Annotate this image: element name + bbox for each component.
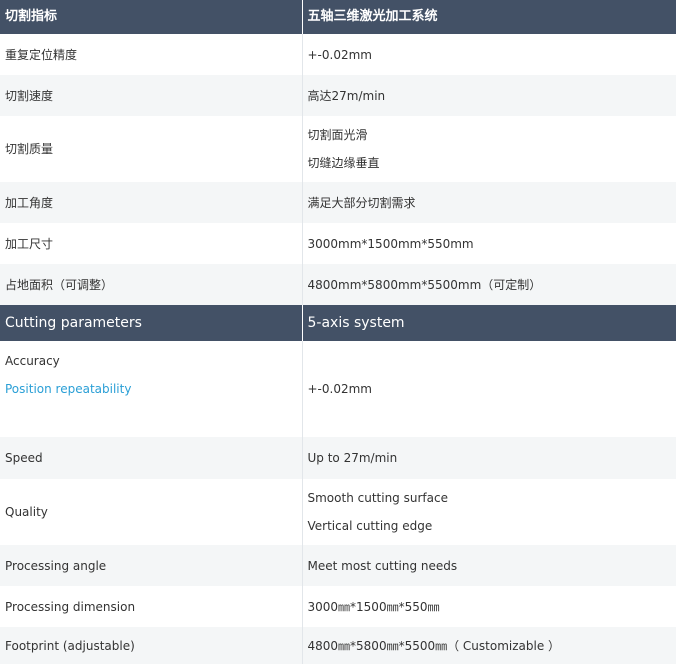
row-value: 3000㎜*1500㎜*550㎜ xyxy=(301,586,676,627)
table-row: Footprint (adjustable) 4800㎜*5800㎜*5500㎜… xyxy=(0,627,676,664)
row-label: Quality xyxy=(0,479,302,545)
row-value: Smooth cutting surface Vertical cutting … xyxy=(301,479,676,545)
row-label: Footprint (adjustable) xyxy=(0,627,302,664)
row-label: Accuracy Position repeatability xyxy=(0,341,302,437)
row-value-line: Vertical cutting edge xyxy=(307,519,433,533)
table-row: Processing dimension 3000㎜*1500㎜*550㎜ xyxy=(0,586,676,627)
row-label: Speed xyxy=(0,437,302,479)
row-value: 高达27m/min xyxy=(301,75,676,116)
row-label: 加工角度 xyxy=(0,182,302,223)
row-value-line: Smooth cutting surface xyxy=(307,491,448,505)
zh-header-param: 切割指标 xyxy=(0,0,302,34)
en-header-param: Cutting parameters xyxy=(0,305,302,341)
zh-header-system: 五轴三维激光加工系统 xyxy=(301,0,676,34)
row-value-line: 切缝边缘垂直 xyxy=(307,156,380,170)
row-label-line: Accuracy xyxy=(5,354,60,368)
row-value: 切割面光滑 切缝边缘垂直 xyxy=(301,116,676,182)
en-table-header: Cutting parameters 5-axis system xyxy=(0,305,676,341)
row-value: Up to 27m/min xyxy=(301,437,676,479)
spec-page: 切割指标 五轴三维激光加工系统 重复定位精度 +-0.02mm 切割速度 高达2… xyxy=(0,0,676,664)
row-value: 4800㎜*5800㎜*5500㎜（ Customizable ） xyxy=(301,627,676,664)
table-row: Speed Up to 27m/min xyxy=(0,437,676,479)
row-value: 4800mm*5800mm*5500mm（可定制） xyxy=(301,264,676,305)
table-row: 占地面积（可调整） 4800mm*5800mm*5500mm（可定制） xyxy=(0,264,676,305)
en-header-system: 5-axis system xyxy=(301,305,676,341)
row-label: Processing angle xyxy=(0,545,302,586)
table-row: 重复定位精度 +-0.02mm xyxy=(0,34,676,75)
row-value: +-0.02mm xyxy=(301,34,676,75)
position-repeatability-link[interactable]: Position repeatability xyxy=(5,375,302,403)
row-label: Processing dimension xyxy=(0,586,302,627)
row-label: 占地面积（可调整） xyxy=(0,264,302,305)
spec-table: 切割指标 五轴三维激光加工系统 重复定位精度 +-0.02mm 切割速度 高达2… xyxy=(0,0,676,664)
table-row: 加工角度 满足大部分切割需求 xyxy=(0,182,676,223)
table-row: Accuracy Position repeatability +-0.02mm xyxy=(0,341,676,437)
table-row: 加工尺寸 3000mm*1500mm*550mm xyxy=(0,223,676,264)
row-label: 重复定位精度 xyxy=(0,34,302,75)
table-row: Processing angle Meet most cutting needs xyxy=(0,545,676,586)
row-value: 满足大部分切割需求 xyxy=(301,182,676,223)
row-label: 切割质量 xyxy=(0,116,302,182)
row-value: 3000mm*1500mm*550mm xyxy=(301,223,676,264)
table-row: 切割质量 切割面光滑 切缝边缘垂直 xyxy=(0,116,676,182)
row-value: +-0.02mm xyxy=(301,341,676,437)
row-label: 切割速度 xyxy=(0,75,302,116)
zh-table-header: 切割指标 五轴三维激光加工系统 xyxy=(0,0,676,34)
table-row: Quality Smooth cutting surface Vertical … xyxy=(0,479,676,545)
row-value: Meet most cutting needs xyxy=(301,545,676,586)
table-row: 切割速度 高达27m/min xyxy=(0,75,676,116)
row-value-line: 切割面光滑 xyxy=(307,128,368,142)
row-label: 加工尺寸 xyxy=(0,223,302,264)
